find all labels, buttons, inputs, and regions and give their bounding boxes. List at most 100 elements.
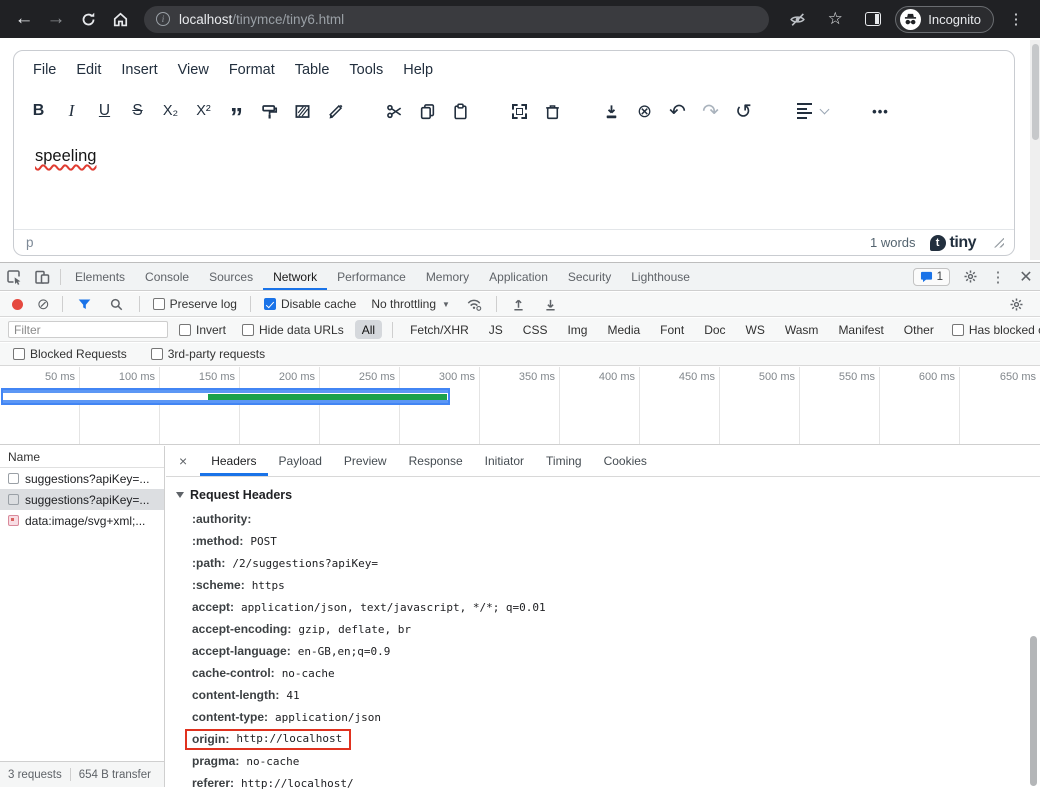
cut-button[interactable] bbox=[378, 95, 411, 127]
paint-roller-button[interactable] bbox=[253, 95, 286, 127]
export-button[interactable] bbox=[595, 95, 628, 127]
filter-type-font[interactable]: Font bbox=[653, 320, 691, 339]
menu-view[interactable]: View bbox=[168, 57, 219, 83]
tab-application[interactable]: Application bbox=[479, 263, 558, 290]
clear-network-log-icon[interactable]: ⊘ bbox=[37, 297, 50, 312]
overview-selection-window[interactable] bbox=[1, 388, 450, 405]
undo-button[interactable]: ↶ bbox=[661, 95, 694, 127]
device-toolbar-icon[interactable] bbox=[28, 263, 56, 290]
more-toolbar-button[interactable]: ••• bbox=[864, 95, 897, 127]
filter-type-media[interactable]: Media bbox=[600, 320, 647, 339]
checkbox-unchecked[interactable] bbox=[13, 348, 25, 360]
checkbox-checked[interactable] bbox=[264, 298, 276, 310]
invert-checkbox[interactable]: Invert bbox=[179, 323, 226, 337]
detail-tab-cookies[interactable]: Cookies bbox=[593, 446, 658, 476]
page-scrollbar[interactable] bbox=[1030, 40, 1040, 260]
has-blocked-cookies-checkbox[interactable]: Has blocked cookies bbox=[952, 323, 1040, 337]
filter-type-img[interactable]: Img bbox=[560, 320, 594, 339]
blocked-requests-checkbox[interactable]: Blocked Requests bbox=[13, 347, 127, 361]
detail-scrollbar[interactable] bbox=[1029, 486, 1038, 785]
tab-performance[interactable]: Performance bbox=[327, 263, 416, 290]
detail-scrollbar-thumb[interactable] bbox=[1030, 636, 1037, 786]
copy-button[interactable] bbox=[411, 95, 444, 127]
eye-off-icon[interactable] bbox=[781, 3, 813, 35]
filter-input[interactable] bbox=[8, 321, 168, 338]
export-har-icon[interactable] bbox=[537, 291, 565, 318]
detail-tab-response[interactable]: Response bbox=[398, 446, 474, 476]
resize-handle[interactable] bbox=[994, 238, 1004, 248]
striped-frame-button[interactable] bbox=[286, 95, 319, 127]
search-icon[interactable] bbox=[103, 291, 131, 318]
editor-content[interactable]: speeling bbox=[14, 133, 1014, 229]
element-path[interactable]: p bbox=[26, 235, 34, 250]
inspect-element-icon[interactable] bbox=[0, 263, 28, 290]
bookmark-star-icon[interactable]: ☆ bbox=[819, 3, 851, 35]
tab-memory[interactable]: Memory bbox=[416, 263, 479, 290]
detail-tab-payload[interactable]: Payload bbox=[268, 446, 333, 476]
close-detail-icon[interactable]: × bbox=[166, 453, 200, 469]
menu-format[interactable]: Format bbox=[219, 57, 285, 83]
request-row-suggestions-1[interactable]: suggestions?apiKey=... bbox=[0, 468, 164, 489]
filter-type-wasm[interactable]: Wasm bbox=[778, 320, 826, 339]
paste-button[interactable] bbox=[444, 95, 477, 127]
word-count[interactable]: 1 words bbox=[870, 235, 916, 250]
menu-edit[interactable]: Edit bbox=[66, 57, 111, 83]
detail-tab-preview[interactable]: Preview bbox=[333, 446, 398, 476]
devtools-close-icon[interactable]: ✕ bbox=[1012, 263, 1040, 290]
misspelled-word[interactable]: speeling bbox=[35, 147, 96, 165]
subscript-button[interactable]: X₂ bbox=[154, 95, 187, 127]
record-button[interactable] bbox=[12, 299, 23, 310]
request-list-header[interactable]: Name bbox=[0, 446, 164, 468]
side-panel-icon[interactable] bbox=[857, 3, 889, 35]
checkbox-unchecked[interactable] bbox=[151, 348, 163, 360]
tab-network[interactable]: Network bbox=[263, 263, 327, 290]
throttling-dropdown[interactable]: No throttling ▼ bbox=[371, 297, 450, 311]
request-row-data-image[interactable]: data:image/svg+xml;... bbox=[0, 510, 164, 531]
reload-icon[interactable] bbox=[72, 3, 104, 35]
issues-badge[interactable]: 1 bbox=[913, 268, 950, 286]
checkbox-unchecked[interactable] bbox=[153, 298, 165, 310]
checkbox-unchecked[interactable] bbox=[179, 324, 191, 336]
blockquote-button[interactable]: ” bbox=[220, 95, 253, 127]
cancel-button[interactable]: ⊗ bbox=[628, 95, 661, 127]
filter-type-ws[interactable]: WS bbox=[739, 320, 772, 339]
redo-button[interactable]: ↷ bbox=[694, 95, 727, 127]
devtools-settings-icon[interactable] bbox=[956, 263, 984, 290]
bold-button[interactable]: B bbox=[22, 95, 55, 127]
strikethrough-button[interactable]: S bbox=[121, 95, 154, 127]
underline-button[interactable]: U bbox=[88, 95, 121, 127]
filter-type-css[interactable]: CSS bbox=[516, 320, 555, 339]
request-row-suggestions-2[interactable]: suggestions?apiKey=... bbox=[0, 489, 164, 510]
tiny-brand[interactable]: t tiny bbox=[930, 234, 976, 252]
preserve-log-checkbox[interactable]: Preserve log bbox=[153, 297, 237, 311]
network-conditions-icon[interactable] bbox=[460, 291, 488, 318]
tab-console[interactable]: Console bbox=[135, 263, 199, 290]
checkbox-unchecked[interactable] bbox=[242, 324, 254, 336]
filter-type-js[interactable]: JS bbox=[482, 320, 510, 339]
filter-type-manifest[interactable]: Manifest bbox=[831, 320, 890, 339]
detail-tab-timing[interactable]: Timing bbox=[535, 446, 593, 476]
browser-menu-kebab-icon[interactable]: ⋮ bbox=[1000, 3, 1032, 35]
tab-lighthouse[interactable]: Lighthouse bbox=[621, 263, 700, 290]
devtools-menu-kebab-icon[interactable]: ⋮ bbox=[984, 263, 1012, 290]
detail-tab-initiator[interactable]: Initiator bbox=[474, 446, 535, 476]
superscript-button[interactable]: X² bbox=[187, 95, 220, 127]
import-har-icon[interactable] bbox=[505, 291, 533, 318]
filter-type-doc[interactable]: Doc bbox=[697, 320, 732, 339]
disable-cache-checkbox[interactable]: Disable cache bbox=[264, 297, 356, 311]
menu-help[interactable]: Help bbox=[393, 57, 443, 83]
tab-sources[interactable]: Sources bbox=[199, 263, 263, 290]
menu-table[interactable]: Table bbox=[285, 57, 340, 83]
brush-button[interactable] bbox=[319, 95, 352, 127]
detail-tab-headers[interactable]: Headers bbox=[200, 446, 267, 476]
delete-button[interactable] bbox=[536, 95, 569, 127]
menu-tools[interactable]: Tools bbox=[339, 57, 393, 83]
filter-type-other[interactable]: Other bbox=[897, 320, 941, 339]
network-settings-icon[interactable] bbox=[1002, 291, 1030, 318]
back-icon[interactable]: ← bbox=[8, 3, 40, 35]
restore-draft-button[interactable]: ↺ bbox=[727, 95, 760, 127]
filter-type-fetchxhr[interactable]: Fetch/XHR bbox=[403, 320, 476, 339]
network-overview-timeline[interactable]: 50 ms 100 ms 150 ms 200 ms 250 ms 300 ms… bbox=[0, 367, 1040, 445]
menu-insert[interactable]: Insert bbox=[111, 57, 167, 83]
align-dropdown-button[interactable] bbox=[786, 95, 838, 127]
